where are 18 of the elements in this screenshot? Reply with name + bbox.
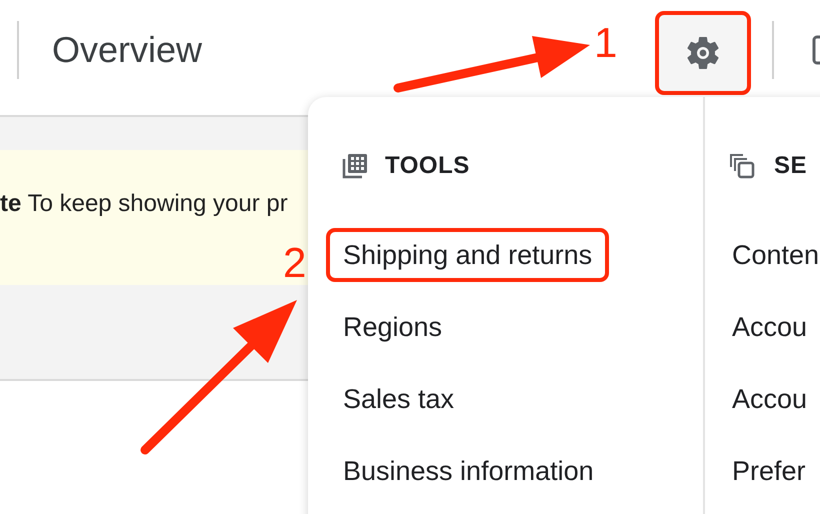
menu-item[interactable]: Accou xyxy=(728,372,820,426)
annotation-number: 1 xyxy=(594,22,618,64)
menu-item[interactable]: Business information xyxy=(326,444,611,498)
menu-item[interactable]: Sales tax xyxy=(326,372,472,426)
annotation-number: 2 xyxy=(283,242,306,284)
notice-text: te To keep showing your pr xyxy=(0,190,288,218)
section-heading: TOOLS xyxy=(385,152,470,180)
menu-item[interactable]: Prefer xyxy=(728,444,820,498)
menu-item[interactable]: Shipping and returns xyxy=(326,228,610,282)
grid-icon xyxy=(341,152,369,180)
page-title: Overview xyxy=(52,29,202,71)
copy-icon xyxy=(728,152,756,180)
toolbar-icon[interactable] xyxy=(812,35,820,65)
menu-item[interactable]: Regions xyxy=(326,300,460,354)
settings-button[interactable] xyxy=(655,11,751,95)
section-heading: SE xyxy=(774,152,808,180)
menu-item[interactable]: Accou xyxy=(728,300,820,354)
menu-item[interactable]: Conten xyxy=(728,228,820,282)
